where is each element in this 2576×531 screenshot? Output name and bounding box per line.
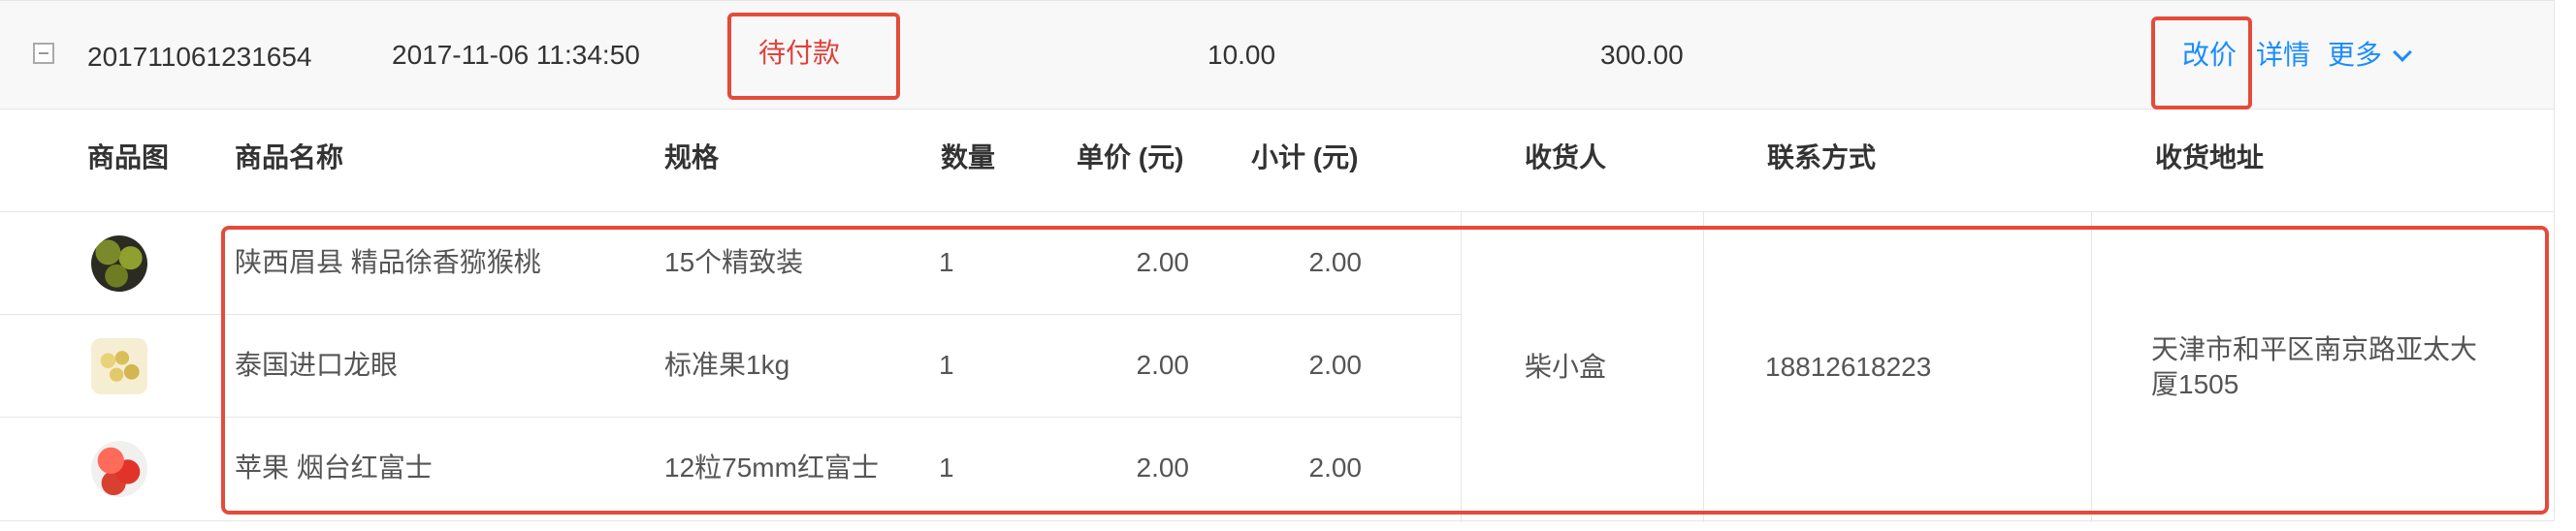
order-amount: 10.00 [1208,40,1276,70]
column-divider [1703,212,1704,522]
header-contact: 联系方式 [1767,142,1877,172]
header-spec: 规格 [664,142,720,172]
order-number: 201711061231654 [87,42,312,72]
header-unit-price: 单价 (元) [1077,142,1184,172]
item-name: 泰国进口龙眼 [235,350,399,380]
header-qty: 数量 [941,142,996,172]
item-subtotal: 2.00 [1308,247,1363,277]
item-subtotal: 2.00 [1308,453,1363,483]
kiwi-thumbnail [91,235,147,292]
order-created-time: 2017-11-06 11:34:50 [392,40,640,70]
more-dropdown[interactable]: 更多 [2328,42,2382,69]
table-row: 苹果 烟台红富士 12粒75mm红富士 1 2.00 2.00 [0,418,1461,520]
status-highlight-box [727,13,900,100]
item-unit-price: 2.00 [1136,350,1190,380]
item-spec: 15个精致装 [664,247,804,277]
column-divider [1461,212,1462,522]
item-spec: 12粒75mm红富士 [664,453,879,483]
contact-phone: 18812618223 [1765,352,1932,382]
header-image: 商品图 [87,142,170,172]
details-link[interactable]: 详情 [2256,42,2310,69]
order-card: 201711061231654 2017-11-06 11:34:50 待付款 … [0,0,2555,522]
item-subtotal: 2.00 [1308,350,1363,380]
chevron-down-icon[interactable] [2393,43,2412,62]
item-unit-price: 2.00 [1136,453,1190,483]
receiver-name: 柴小盒 [1525,352,1607,382]
order-summary-row: 201711061231654 2017-11-06 11:34:50 待付款 … [0,1,2554,109]
longan-thumbnail [91,338,147,394]
header-receiver: 收货人 [1525,142,1607,172]
item-qty: 1 [939,247,954,277]
item-name: 苹果 烟台红富士 [235,453,433,483]
column-divider [2091,212,2092,522]
header-address: 收货地址 [2155,142,2265,172]
address-line-1: 天津市和平区南京路亚太大 [2151,334,2478,364]
table-row: 泰国进口龙眼 标准果1kg 1 2.00 2.00 [0,315,1461,418]
shipping-address: 天津市和平区南京路亚太大 厦1505 [2151,332,2520,403]
table-body: 陕西眉县 精品徐香猕猴桃 15个精致装 1 2.00 2.00 泰国进口龙眼 标… [0,212,2554,522]
header-name: 商品名称 [235,142,344,172]
item-qty: 1 [939,350,954,380]
change-price-highlight-box [2151,16,2252,109]
address-line-2: 厦1505 [2151,369,2239,400]
table-row: 陕西眉县 精品徐香猕猴桃 15个精致装 1 2.00 2.00 [0,212,1461,315]
item-qty: 1 [939,453,954,483]
order-total: 300.00 [1600,40,1684,70]
item-unit-price: 2.00 [1136,247,1190,277]
apple-thumbnail [91,441,147,497]
item-name: 陕西眉县 精品徐香猕猴桃 [235,247,541,277]
item-spec: 标准果1kg [664,350,790,380]
collapse-icon[interactable] [33,43,54,64]
table-header: 商品图 商品名称 规格 数量 单价 (元) 小计 (元) 收货人 联系方式 收货… [0,109,2554,212]
header-subtotal: 小计 (元) [1251,142,1359,172]
